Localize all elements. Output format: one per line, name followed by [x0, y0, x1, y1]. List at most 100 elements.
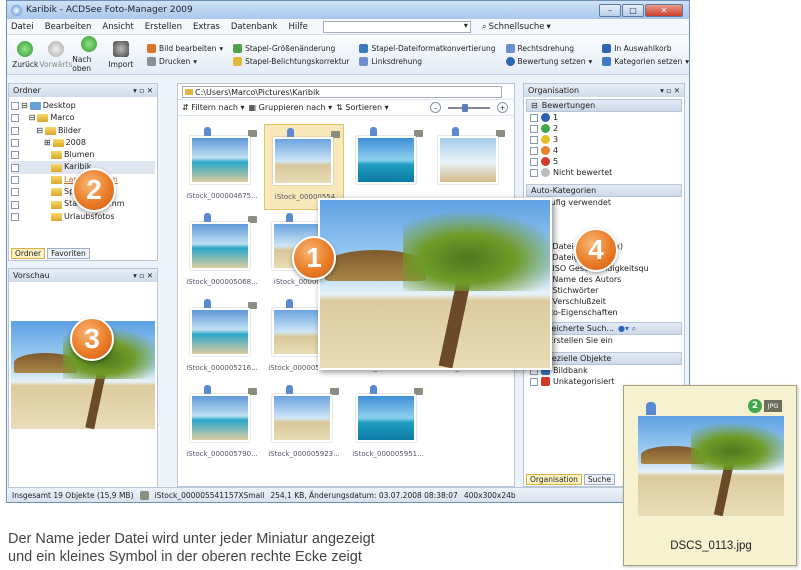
menu-datei[interactable]: Datei: [11, 22, 34, 32]
pane-controls[interactable]: ▾ ▫ ✕: [133, 86, 153, 95]
checkbox[interactable]: [530, 113, 538, 122]
checkbox[interactable]: [530, 157, 538, 166]
ratings-section[interactable]: ⊟ Bewertungen: [526, 99, 682, 112]
checkbox[interactable]: [530, 168, 538, 177]
zoom-in-button[interactable]: +: [497, 102, 508, 113]
quicksearch-input[interactable]: [322, 20, 471, 33]
thumbnail-image: [273, 137, 333, 185]
thumbnail-item[interactable]: iStock_000005790...: [182, 382, 262, 468]
checkbox[interactable]: [11, 188, 19, 197]
checkbox[interactable]: [530, 146, 538, 155]
menu-ansicht[interactable]: Ansicht: [102, 22, 133, 32]
back-button[interactable]: Zurück: [11, 40, 39, 69]
thumbnail-item[interactable]: iStock_000005216...: [182, 296, 262, 382]
pane-controls[interactable]: ▾ ▫ ✕: [660, 86, 680, 95]
checkbox[interactable]: [11, 139, 19, 148]
group-button[interactable]: ▦ Gruppieren nach ▾: [249, 103, 333, 112]
rating-icon: [541, 168, 550, 177]
categories-icon: [602, 56, 612, 66]
checkbox[interactable]: [530, 377, 538, 386]
menu-datenbank[interactable]: Datenbank: [231, 22, 278, 32]
close-button[interactable]: ✕: [645, 3, 683, 17]
filter-bar: ⇵ Filtern nach ▾ ▦ Gruppieren nach ▾ ⇅ S…: [178, 100, 514, 116]
rating-3[interactable]: 3: [524, 134, 684, 145]
pane-controls[interactable]: ▾ ▫ ✕: [133, 271, 153, 280]
edit-image-button[interactable]: Bild bearbeiten ▾: [147, 43, 223, 53]
tab-favoriten[interactable]: Favoriten: [47, 248, 90, 259]
checkbox[interactable]: [530, 124, 538, 133]
tag-icon: [287, 128, 294, 137]
checkbox[interactable]: [11, 102, 19, 111]
maximize-button[interactable]: □: [622, 3, 644, 17]
rating-2[interactable]: 2: [524, 123, 684, 134]
search-icon[interactable]: ●▾ ⌕: [618, 324, 636, 334]
thumbnail-image: [190, 136, 250, 184]
tag-icon: [204, 127, 211, 136]
quicksearch-button[interactable]: ⌕ Schnellsuche ▾: [482, 22, 551, 32]
tree-item-desktop[interactable]: ⊟ Desktop: [11, 100, 155, 112]
folder-icon: [50, 200, 62, 209]
folder-icon: [52, 139, 64, 148]
callout-badge-2: 2: [72, 168, 116, 212]
menu-hilfe[interactable]: Hilfe: [288, 22, 307, 32]
thumbnail-callout: 2 JPG DSCS_0113.jpg: [623, 385, 797, 566]
thumbnail-item[interactable]: iStock_000005068...: [182, 210, 262, 296]
path-input[interactable]: C:\Users\Marco\Pictures\Karibik: [182, 85, 502, 98]
filter-button[interactable]: ⇵ Filtern nach ▾: [182, 103, 245, 112]
rating-5[interactable]: 5: [524, 156, 684, 167]
checkbox[interactable]: [530, 135, 538, 144]
rotate-left-button[interactable]: Linksdrehung: [359, 56, 495, 66]
menu-bearbeiten[interactable]: Bearbeiten: [45, 22, 92, 32]
forward-button[interactable]: Vorwärts: [39, 40, 72, 69]
tree-item-blumen[interactable]: Blumen: [11, 149, 155, 161]
folder-icon: [50, 188, 62, 197]
set-categories-button[interactable]: Kategorien setzen ▾: [602, 56, 689, 66]
batch-convert-button[interactable]: Stapel-Dateiformatkonvertierung: [359, 43, 496, 53]
print-button[interactable]: Drucken ▾: [147, 56, 223, 66]
rating-1[interactable]: 1: [524, 112, 684, 123]
thumbnail-item[interactable]: iStock_000004675...: [182, 124, 262, 210]
thumbnail-item[interactable]: iStock_000005951...: [348, 382, 428, 468]
tree-item-urlaubsfotos[interactable]: Urlaubsfotos: [11, 211, 155, 223]
tab-suche[interactable]: Suche: [583, 474, 615, 485]
rating-badge: 2: [748, 399, 762, 413]
checkbox[interactable]: [11, 163, 19, 172]
checkbox[interactable]: [11, 175, 19, 184]
zoom-out-button[interactable]: –: [430, 102, 441, 113]
import-button[interactable]: Import: [107, 40, 135, 69]
hover-preview-image: [318, 198, 552, 370]
menu-erstellen[interactable]: Erstellen: [145, 22, 182, 32]
zoom-slider[interactable]: [448, 103, 490, 112]
tree-item-bilder[interactable]: ⊟ Bilder: [11, 125, 155, 137]
tab-organisation[interactable]: Organisation: [526, 474, 582, 485]
checkbox[interactable]: [11, 151, 19, 160]
rating-none[interactable]: Nicht bewertet: [524, 167, 684, 178]
tag-icon: [646, 402, 656, 415]
checkbox[interactable]: [11, 212, 19, 221]
tab-ordner[interactable]: Ordner: [11, 248, 46, 259]
minimize-button[interactable]: –: [599, 3, 621, 17]
up-button[interactable]: Nach oben: [72, 36, 106, 73]
callout-badge-4: 4: [574, 228, 618, 272]
rotate-right-button[interactable]: Rechtsdrehung: [505, 43, 593, 53]
batch-exposure-button[interactable]: Stapel-Belichtungskorrektur: [233, 56, 349, 66]
checkbox[interactable]: [11, 114, 19, 123]
folder-pane-header: Ordner ▾ ▫ ✕: [9, 84, 157, 97]
thumbnail-image: [190, 394, 250, 442]
tree-item-marco[interactable]: ⊟ Marco: [11, 112, 155, 124]
tag-icon: [452, 127, 459, 136]
autocategories-section[interactable]: Auto-Kategorien: [526, 184, 682, 197]
batch-resize-button[interactable]: Stapel-Größenänderung: [233, 43, 349, 53]
checkbox[interactable]: [11, 126, 19, 135]
add-to-basket-button[interactable]: In Auswahlkorb: [602, 43, 689, 53]
checkbox[interactable]: [11, 200, 19, 209]
rating-4[interactable]: 4: [524, 145, 684, 156]
rating-icon: [541, 135, 550, 144]
edit-icon: [147, 43, 157, 53]
sort-button[interactable]: ⇅ Sortieren ▾: [336, 103, 388, 112]
tree-item-2008[interactable]: ⊞ 2008: [11, 137, 155, 149]
thumbnail-item[interactable]: iStock_000005923...: [264, 382, 344, 468]
menu-extras[interactable]: Extras: [193, 22, 220, 32]
rotate-right-icon: [505, 43, 515, 53]
set-rating-button[interactable]: Bewertung setzen ▾: [505, 56, 592, 66]
